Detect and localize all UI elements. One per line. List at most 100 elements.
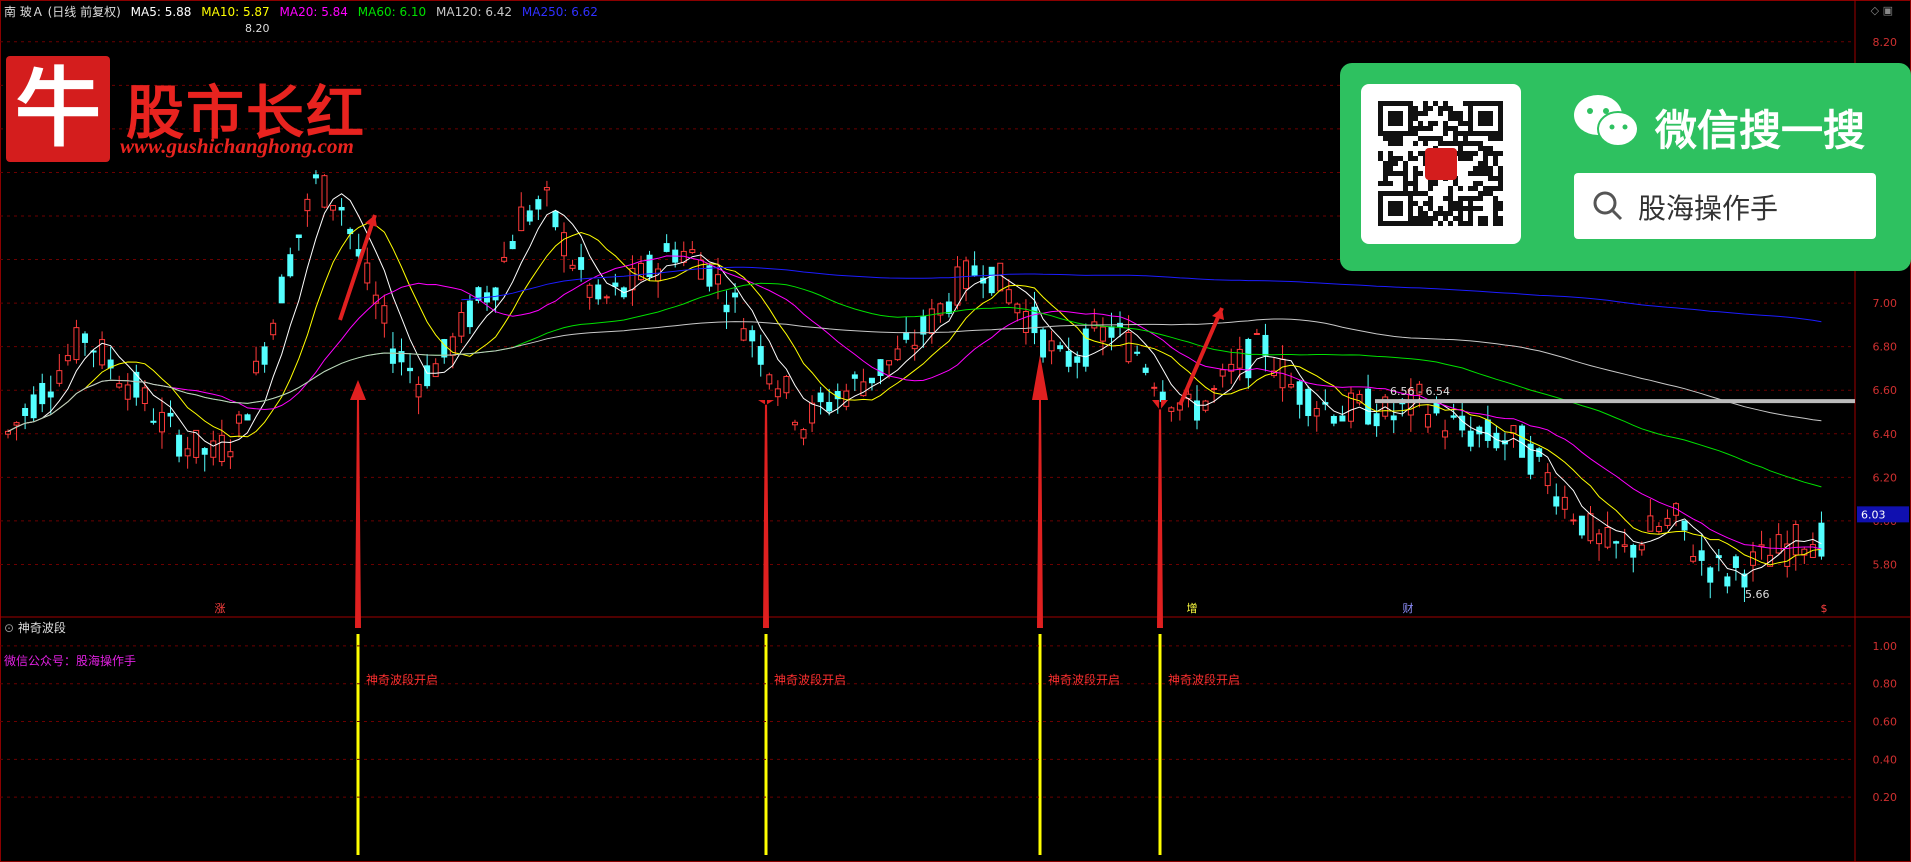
candle-body bbox=[1459, 415, 1466, 431]
candle-body bbox=[1621, 544, 1628, 548]
candle-body bbox=[424, 365, 431, 387]
candle-body bbox=[158, 411, 165, 433]
wechat-search-box[interactable]: 股海操作手 bbox=[1574, 173, 1876, 239]
candle-body bbox=[1732, 556, 1739, 568]
ma120-label: MA120: 6.42 bbox=[436, 5, 513, 19]
logo-url: www.gushichanghong.com bbox=[120, 134, 354, 158]
candle-body bbox=[415, 383, 422, 398]
candle-body bbox=[1057, 345, 1064, 350]
candle-body bbox=[1570, 519, 1577, 522]
candle-body bbox=[1048, 340, 1055, 352]
candle-body bbox=[561, 232, 568, 257]
candle-body bbox=[167, 412, 174, 417]
candle-body bbox=[1818, 522, 1825, 557]
collapse-icon[interactable]: ⊙ bbox=[4, 621, 14, 635]
sub-tick-label: 0.60 bbox=[1873, 716, 1898, 729]
candle-body bbox=[518, 206, 525, 232]
candle-body bbox=[253, 360, 260, 374]
candle-body bbox=[689, 249, 696, 254]
stock-title[interactable]: 南 玻Ａ (日线 前复权) bbox=[4, 5, 121, 19]
candle-body bbox=[714, 274, 721, 285]
range-annotation: 6.56 - 6.54 bbox=[1390, 385, 1450, 398]
candle-body bbox=[1450, 415, 1457, 418]
candle-body bbox=[1561, 496, 1568, 510]
price-tick-label: 5.80 bbox=[1873, 558, 1898, 571]
candle-body bbox=[757, 346, 764, 365]
chart-header: 南 玻Ａ (日线 前复权) MA5: 5.88 MA10: 5.87 MA20:… bbox=[4, 3, 604, 20]
candle-body bbox=[749, 330, 756, 342]
sub-panel-title[interactable]: ⊙ 神奇波段 bbox=[4, 619, 66, 636]
candle-body bbox=[1655, 526, 1662, 532]
candle-body bbox=[1424, 413, 1431, 428]
chart-tool-icons[interactable]: ◇ ▣ bbox=[1871, 4, 1893, 17]
candle-body bbox=[1159, 391, 1166, 402]
candle-body bbox=[800, 429, 807, 439]
candle-body bbox=[150, 420, 157, 423]
candle-body bbox=[304, 198, 311, 212]
candle-body bbox=[1065, 350, 1072, 367]
candle-body bbox=[809, 402, 816, 424]
candle-body bbox=[287, 254, 294, 277]
candle-body bbox=[706, 265, 713, 287]
signal-arrow-3 bbox=[1032, 355, 1048, 628]
candle-body bbox=[432, 363, 439, 378]
candle-body bbox=[526, 210, 533, 222]
low-annotation: 5.66 bbox=[1745, 588, 1770, 601]
wechat-title: 微信搜一搜 bbox=[1655, 106, 1866, 155]
candle-body bbox=[569, 264, 576, 269]
candle-body bbox=[1690, 555, 1697, 562]
candle-body bbox=[663, 243, 670, 252]
candle-body bbox=[338, 206, 345, 211]
candle-body bbox=[783, 375, 790, 394]
candle-body bbox=[1578, 515, 1585, 536]
signal-label-2: 神奇波段开启 bbox=[774, 672, 846, 687]
candle-body bbox=[1262, 334, 1269, 356]
ma250-line bbox=[461, 266, 1822, 323]
candle-body bbox=[312, 174, 319, 179]
candle-body bbox=[1313, 408, 1320, 417]
candle-body bbox=[578, 257, 585, 270]
price-tick-label: 6.60 bbox=[1873, 384, 1898, 397]
candle-body bbox=[1151, 386, 1158, 389]
candle-body bbox=[278, 276, 285, 304]
candle-body bbox=[1040, 329, 1047, 358]
last-price-label: 6.03 bbox=[1861, 508, 1886, 521]
candle-body bbox=[458, 312, 465, 337]
candle-body bbox=[1613, 541, 1620, 544]
candle-body bbox=[330, 205, 337, 211]
candle-body bbox=[270, 322, 277, 336]
event-mark-1: 涨 bbox=[215, 602, 226, 615]
candle-body bbox=[407, 367, 414, 372]
candle-body bbox=[321, 175, 328, 208]
candle-body bbox=[543, 187, 550, 191]
support-band bbox=[1375, 399, 1855, 404]
candle-body bbox=[1005, 289, 1012, 304]
candle-body bbox=[1082, 328, 1089, 367]
candle-body bbox=[774, 388, 781, 398]
candle-body bbox=[1099, 326, 1106, 342]
candle-body bbox=[210, 440, 217, 458]
price-tick-label: 6.20 bbox=[1873, 471, 1898, 484]
candle-body bbox=[1288, 383, 1295, 388]
candle-body bbox=[1074, 356, 1081, 363]
candle-body bbox=[389, 348, 396, 364]
candle-body bbox=[1467, 430, 1474, 447]
candle-body bbox=[1108, 326, 1115, 338]
candle-body bbox=[954, 266, 961, 306]
candle-body bbox=[911, 344, 918, 350]
candle-body bbox=[1142, 367, 1149, 373]
candle-body bbox=[817, 392, 824, 403]
ma10-label: MA10: 5.87 bbox=[201, 5, 270, 19]
candle-body bbox=[971, 265, 978, 276]
candle-body bbox=[1596, 533, 1603, 545]
candle-body bbox=[860, 381, 867, 397]
candle-body bbox=[894, 348, 901, 361]
signal-label-3: 神奇波段开启 bbox=[1048, 672, 1120, 687]
candle-body bbox=[47, 391, 54, 398]
wechat-search-text: 股海操作手 bbox=[1638, 192, 1779, 225]
candle-body bbox=[1305, 388, 1312, 417]
candle-body bbox=[1236, 348, 1243, 369]
price-tick-label: 7.00 bbox=[1873, 297, 1898, 310]
candle-body bbox=[1758, 544, 1765, 547]
candle-body bbox=[535, 199, 542, 210]
